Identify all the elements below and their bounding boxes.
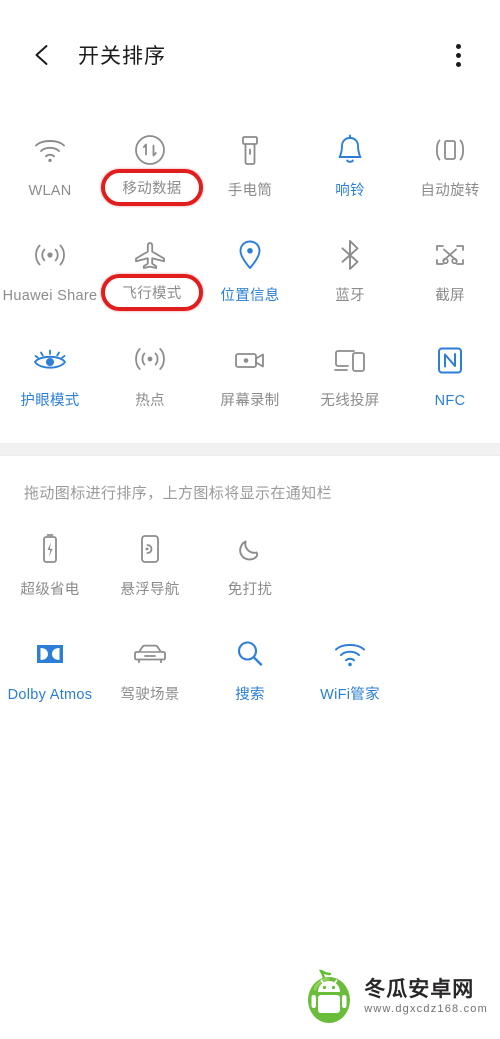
airplane-icon	[132, 235, 168, 275]
floating-nav-icon	[138, 529, 162, 569]
toggle-driving-mode[interactable]: 驾驶场景	[100, 620, 200, 725]
toggle-label: 搜索	[235, 687, 265, 703]
site-watermark: 冬瓜安卓网 www.dgxcdz168.com	[304, 969, 488, 1025]
toggle-label: WiFi管家	[320, 687, 380, 703]
toggle-label: 蓝牙	[335, 288, 365, 304]
toggle-nfc[interactable]: NFC	[400, 326, 500, 431]
available-toggles-grid: 超级省电 悬浮导航 免打扰 Dolby Atmos 驾驶场景 搜索 WiFi管家	[0, 509, 500, 725]
toggle-label: NFC	[434, 393, 466, 409]
wifi-icon	[33, 130, 67, 170]
toggle-label: Huawei Share	[2, 288, 98, 304]
screenshot-icon	[432, 235, 468, 275]
toggle-label: 护眼模式	[20, 393, 80, 409]
toggle-bluetooth[interactable]: 蓝牙	[300, 221, 400, 326]
search-icon	[234, 634, 266, 674]
drag-hint-text: 拖动图标进行排序，上方图标将显示在通知栏	[24, 485, 333, 502]
huawei-share-icon	[32, 235, 68, 275]
toggle-ring[interactable]: 响铃	[300, 116, 400, 221]
watermark-url: www.dgxcdz168.com	[364, 1003, 488, 1016]
grid-empty-slot-2	[400, 515, 500, 620]
dolby-atmos-icon	[34, 634, 66, 674]
overflow-menu-button[interactable]	[438, 34, 478, 76]
toggle-label: 响铃	[335, 183, 365, 199]
grid-empty-slot-1	[300, 515, 400, 620]
grid-empty-slot-3	[400, 620, 500, 725]
page-title: 开关排序	[78, 45, 166, 68]
back-arrow-icon	[35, 45, 48, 65]
eye-comfort-icon	[30, 340, 70, 380]
toggle-floating-nav[interactable]: 悬浮导航	[100, 515, 200, 620]
flashlight-icon	[238, 130, 262, 170]
auto-rotate-icon	[432, 130, 468, 170]
toggle-label: WLAN	[28, 183, 72, 199]
toggle-label: 超级省电	[20, 582, 80, 598]
hotspot-icon	[133, 340, 167, 380]
more-vertical-icon-dot2	[455, 52, 461, 58]
app-header: 开关排序	[0, 0, 500, 110]
bell-icon	[335, 130, 365, 170]
battery-saver-icon	[38, 529, 62, 569]
bluetooth-icon	[337, 235, 363, 275]
toggle-label: 位置信息	[220, 288, 280, 304]
more-vertical-icon-dot3	[455, 61, 461, 67]
highlight-box-mobile-data: 移动数据	[101, 169, 203, 206]
back-button[interactable]	[22, 34, 64, 76]
toggle-label: 热点	[135, 393, 165, 409]
toggle-label: 免打扰	[227, 582, 273, 598]
toggle-label: 自动旋转	[420, 183, 480, 199]
toggle-flashlight[interactable]: 手电筒	[200, 116, 300, 221]
toggle-label: 驾驶场景	[120, 687, 180, 703]
location-pin-icon	[236, 235, 264, 275]
toggle-wlan[interactable]: WLAN	[0, 116, 100, 221]
toggle-label: 手电筒	[227, 183, 273, 199]
toggle-search[interactable]: 搜索	[200, 620, 300, 725]
toggle-hotspot[interactable]: 热点	[100, 326, 200, 431]
toggle-cast-screen[interactable]: 无线投屏	[300, 326, 400, 431]
toggle-label: 屏幕录制	[220, 393, 280, 409]
toggle-screen-record[interactable]: 屏幕录制	[200, 326, 300, 431]
winter-melon-android-logo	[308, 969, 351, 1023]
notification-toggles-grid: WLAN 移动数据 手电筒	[0, 110, 500, 431]
section-divider	[0, 443, 500, 456]
watermark-site-name: 冬瓜安卓网	[364, 977, 475, 1001]
toggle-wifi-manager[interactable]: WiFi管家	[300, 620, 400, 725]
toggle-eye-comfort[interactable]: 护眼模式	[0, 326, 100, 431]
highlight-box-airplane-mode: 飞行模式	[101, 274, 203, 311]
more-vertical-icon	[455, 43, 461, 49]
toggle-huawei-share[interactable]: Huawei Share	[0, 221, 100, 326]
toggle-super-power-saving[interactable]: 超级省电	[0, 515, 100, 620]
toggle-label: 截屏	[435, 288, 465, 304]
toggle-dolby-atmos[interactable]: Dolby Atmos	[0, 620, 100, 725]
toggle-label: 无线投屏	[320, 393, 380, 409]
cast-screen-icon	[331, 340, 369, 380]
watermark-text: 冬瓜安卓网 www.dgxcdz168.com	[364, 977, 488, 1016]
toggle-location[interactable]: 位置信息	[200, 221, 300, 326]
driving-mode-icon	[130, 634, 170, 674]
highlight-label: 飞行模式	[122, 286, 182, 302]
toggle-label: 悬浮导航	[120, 582, 180, 598]
toggle-screenshot[interactable]: 截屏	[400, 221, 500, 326]
do-not-disturb-icon	[235, 529, 265, 569]
toggle-auto-rotate[interactable]: 自动旋转	[400, 116, 500, 221]
mobile-data-icon	[133, 130, 167, 170]
highlight-label: 移动数据	[122, 181, 182, 197]
toggle-do-not-disturb[interactable]: 免打扰	[200, 515, 300, 620]
toggle-label: Dolby Atmos	[7, 687, 93, 703]
screen-record-icon	[231, 340, 269, 380]
wifi-manager-icon	[333, 634, 367, 674]
nfc-icon	[435, 340, 465, 380]
